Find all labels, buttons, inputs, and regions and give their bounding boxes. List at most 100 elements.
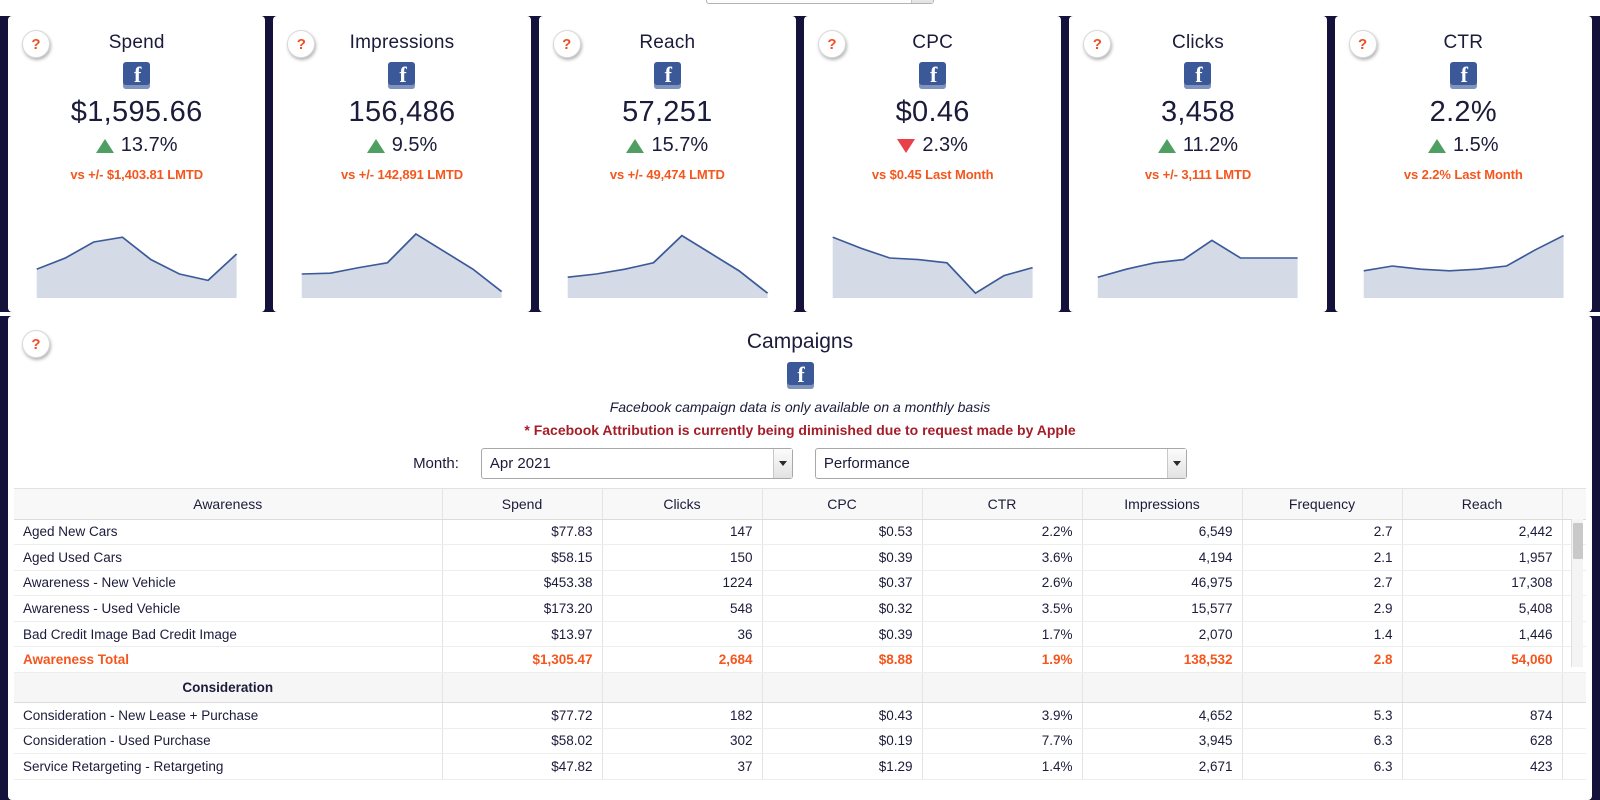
kpi-delta: 11.2% — [1157, 134, 1238, 157]
metric-cell: 1.9% — [922, 646, 1083, 674]
metric-cell: 46,975 — [1082, 570, 1243, 597]
column-header[interactable]: Awareness — [14, 489, 443, 520]
chevron-down-icon[interactable] — [1166, 449, 1186, 478]
triangle-up-icon — [366, 138, 385, 153]
kpi-value: 57,251 — [622, 96, 713, 128]
metric-cell: $58.15 — [442, 544, 603, 571]
column-header[interactable]: Reach — [1402, 489, 1563, 520]
kpi-card-impressions: ? Impressions 156,486 9.5% vs +/- 142,891 LM… — [273, 16, 531, 312]
campaign-name-cell: Bad Credit Image Bad Credit Image — [14, 621, 443, 648]
metric-cell: 3.6% — [922, 544, 1083, 571]
campaign-name-cell: Service Retargeting - Retargeting — [14, 753, 443, 780]
metric-cell: 1,957 — [1402, 544, 1563, 571]
campaigns-title: Campaigns — [746, 330, 854, 353]
metric-cell: 2,442 — [1402, 519, 1563, 546]
column-header[interactable]: CPC — [762, 489, 923, 520]
table-scrollbar[interactable] — [1571, 519, 1583, 667]
metric-select-value: Performance — [823, 455, 910, 472]
metric-cell: $0.19 — [762, 728, 923, 755]
campaign-name-cell: Aged Used Cars — [14, 544, 443, 571]
campaign-name-cell: Aged New Cars — [14, 519, 443, 546]
table-row[interactable]: Awareness - Used Vehicle $173.20 548 $0.32 3… — [14, 595, 1586, 622]
metric-cell: 37 — [602, 753, 763, 780]
kpi-card-band: ? Spend $1,595.66 13.7% vs +/- $1,403.81 LMT… — [0, 16, 1600, 312]
campaigns-table-wrap: Awareness Spend Clicks CPC CTR Impressions Fre… — [14, 488, 1586, 800]
triangle-up-icon — [626, 138, 645, 153]
campaigns-controls: Month: Apr 2021 Performance — [8, 448, 1592, 479]
metric-select[interactable]: Performance — [814, 448, 1187, 479]
facebook-icon — [1449, 62, 1477, 89]
metric-cell: 6,549 — [1082, 519, 1243, 546]
column-header[interactable]: Clicks — [602, 489, 763, 520]
kpi-delta: 15.7% — [626, 134, 708, 157]
group-empty-cell — [442, 672, 603, 704]
column-header[interactable]: Impressions — [1082, 489, 1243, 520]
help-icon[interactable]: ? — [22, 330, 50, 358]
group-empty-cell — [1402, 672, 1563, 704]
table-row[interactable]: Bad Credit Image Bad Credit Image $13.97 3… — [14, 621, 1586, 648]
metric-cell: 2.1 — [1242, 544, 1403, 571]
campaigns-band: ? Campaigns Facebook campaign data is on… — [0, 316, 1600, 800]
help-icon[interactable]: ? — [287, 30, 316, 58]
month-select[interactable]: Apr 2021 — [480, 448, 793, 479]
table-row[interactable]: Aged New Cars $77.83 147 $0.53 2.2% 6,549 2.7 2… — [14, 519, 1586, 546]
kpi-value: $0.46 — [895, 96, 970, 128]
kpi-delta-value: 2.3% — [922, 134, 968, 156]
help-icon[interactable]: ? — [22, 30, 50, 58]
facebook-icon — [919, 62, 947, 89]
triangle-up-icon — [1157, 138, 1176, 153]
metric-cell: $0.39 — [762, 621, 923, 648]
chevron-down-icon[interactable] — [911, 0, 933, 3]
metric-cell: $0.53 — [762, 519, 923, 546]
chevron-down-icon[interactable] — [772, 449, 792, 478]
table-row[interactable]: Service Retargeting - Retargeting $47.82 3… — [14, 753, 1586, 780]
metric-cell: 36 — [602, 621, 763, 648]
top-dropdown-stub[interactable] — [706, 0, 934, 4]
table-scrollbar-thumb[interactable] — [1573, 523, 1583, 559]
metric-cell: $8.88 — [762, 646, 923, 674]
help-icon[interactable]: ? — [817, 30, 846, 58]
column-header[interactable]: CTR — [922, 489, 1083, 520]
column-header[interactable]: Frequency — [1242, 489, 1403, 520]
metric-cell: 2.8 — [1242, 646, 1403, 674]
metric-cell: 1224 — [602, 570, 763, 597]
table-row[interactable]: Aged Used Cars $58.15 150 $0.39 3.6% 4,194 2.1… — [14, 544, 1586, 571]
metric-cell: 2.7 — [1242, 570, 1403, 597]
kpi-value: $1,595.66 — [70, 96, 203, 128]
help-icon[interactable]: ? — [1348, 30, 1377, 58]
group-label: Consideration — [14, 672, 443, 704]
help-icon[interactable]: ? — [552, 30, 581, 58]
metric-cell: 54,060 — [1402, 646, 1563, 674]
help-icon[interactable]: ? — [1083, 30, 1112, 58]
table-group-row: Consideration — [14, 672, 1586, 704]
table-row[interactable]: Consideration - Used Purchase $58.02 302 $0… — [14, 728, 1586, 755]
metric-cell: $173.20 — [442, 595, 603, 622]
metric-cell: 628 — [1402, 728, 1563, 755]
month-label: Month: — [413, 455, 459, 472]
kpi-delta-value: 13.7% — [120, 134, 178, 156]
kpi-value: 2.2% — [1429, 96, 1497, 128]
column-header[interactable]: CPM — [1562, 489, 1586, 520]
metric-cell: $453.38 — [442, 570, 603, 597]
group-empty-cell — [1562, 672, 1586, 704]
metric-cell: $47.82 — [442, 753, 603, 780]
facebook-icon — [1184, 62, 1212, 89]
table-total-row[interactable]: Awareness Total $1,305.47 2,684 $8.88 1.9% 13… — [14, 646, 1586, 674]
campaign-name-cell: Awareness - New Vehicle — [14, 570, 443, 597]
kpi-card-ctr: ? CTR 2.2% 1.5% vs 2.2% Last Month — [1334, 16, 1592, 312]
table-row[interactable]: Awareness - New Vehicle $453.38 1224 $0.37 2… — [14, 570, 1586, 597]
metric-cell: 147 — [602, 519, 763, 546]
kpi-card-reach: ? Reach 57,251 15.7% vs +/- 49,474 LMTD — [538, 16, 796, 312]
metric-cell: 150 — [602, 544, 763, 571]
facebook-icon — [123, 62, 151, 89]
metric-cell: 6.3 — [1242, 753, 1403, 780]
group-empty-cell — [922, 672, 1083, 704]
metric-cell: $1.29 — [762, 753, 923, 780]
triangle-down-icon — [897, 138, 916, 153]
column-header[interactable]: Spend — [442, 489, 603, 520]
kpi-title: Spend — [108, 32, 165, 53]
metric-cell: 2,070 — [1082, 621, 1243, 648]
campaigns-card: ? Campaigns Facebook campaign data is on… — [8, 316, 1592, 800]
metric-cell: $0.39 — [762, 544, 923, 571]
table-row[interactable]: Consideration - New Lease + Purchase $77.… — [14, 702, 1586, 729]
